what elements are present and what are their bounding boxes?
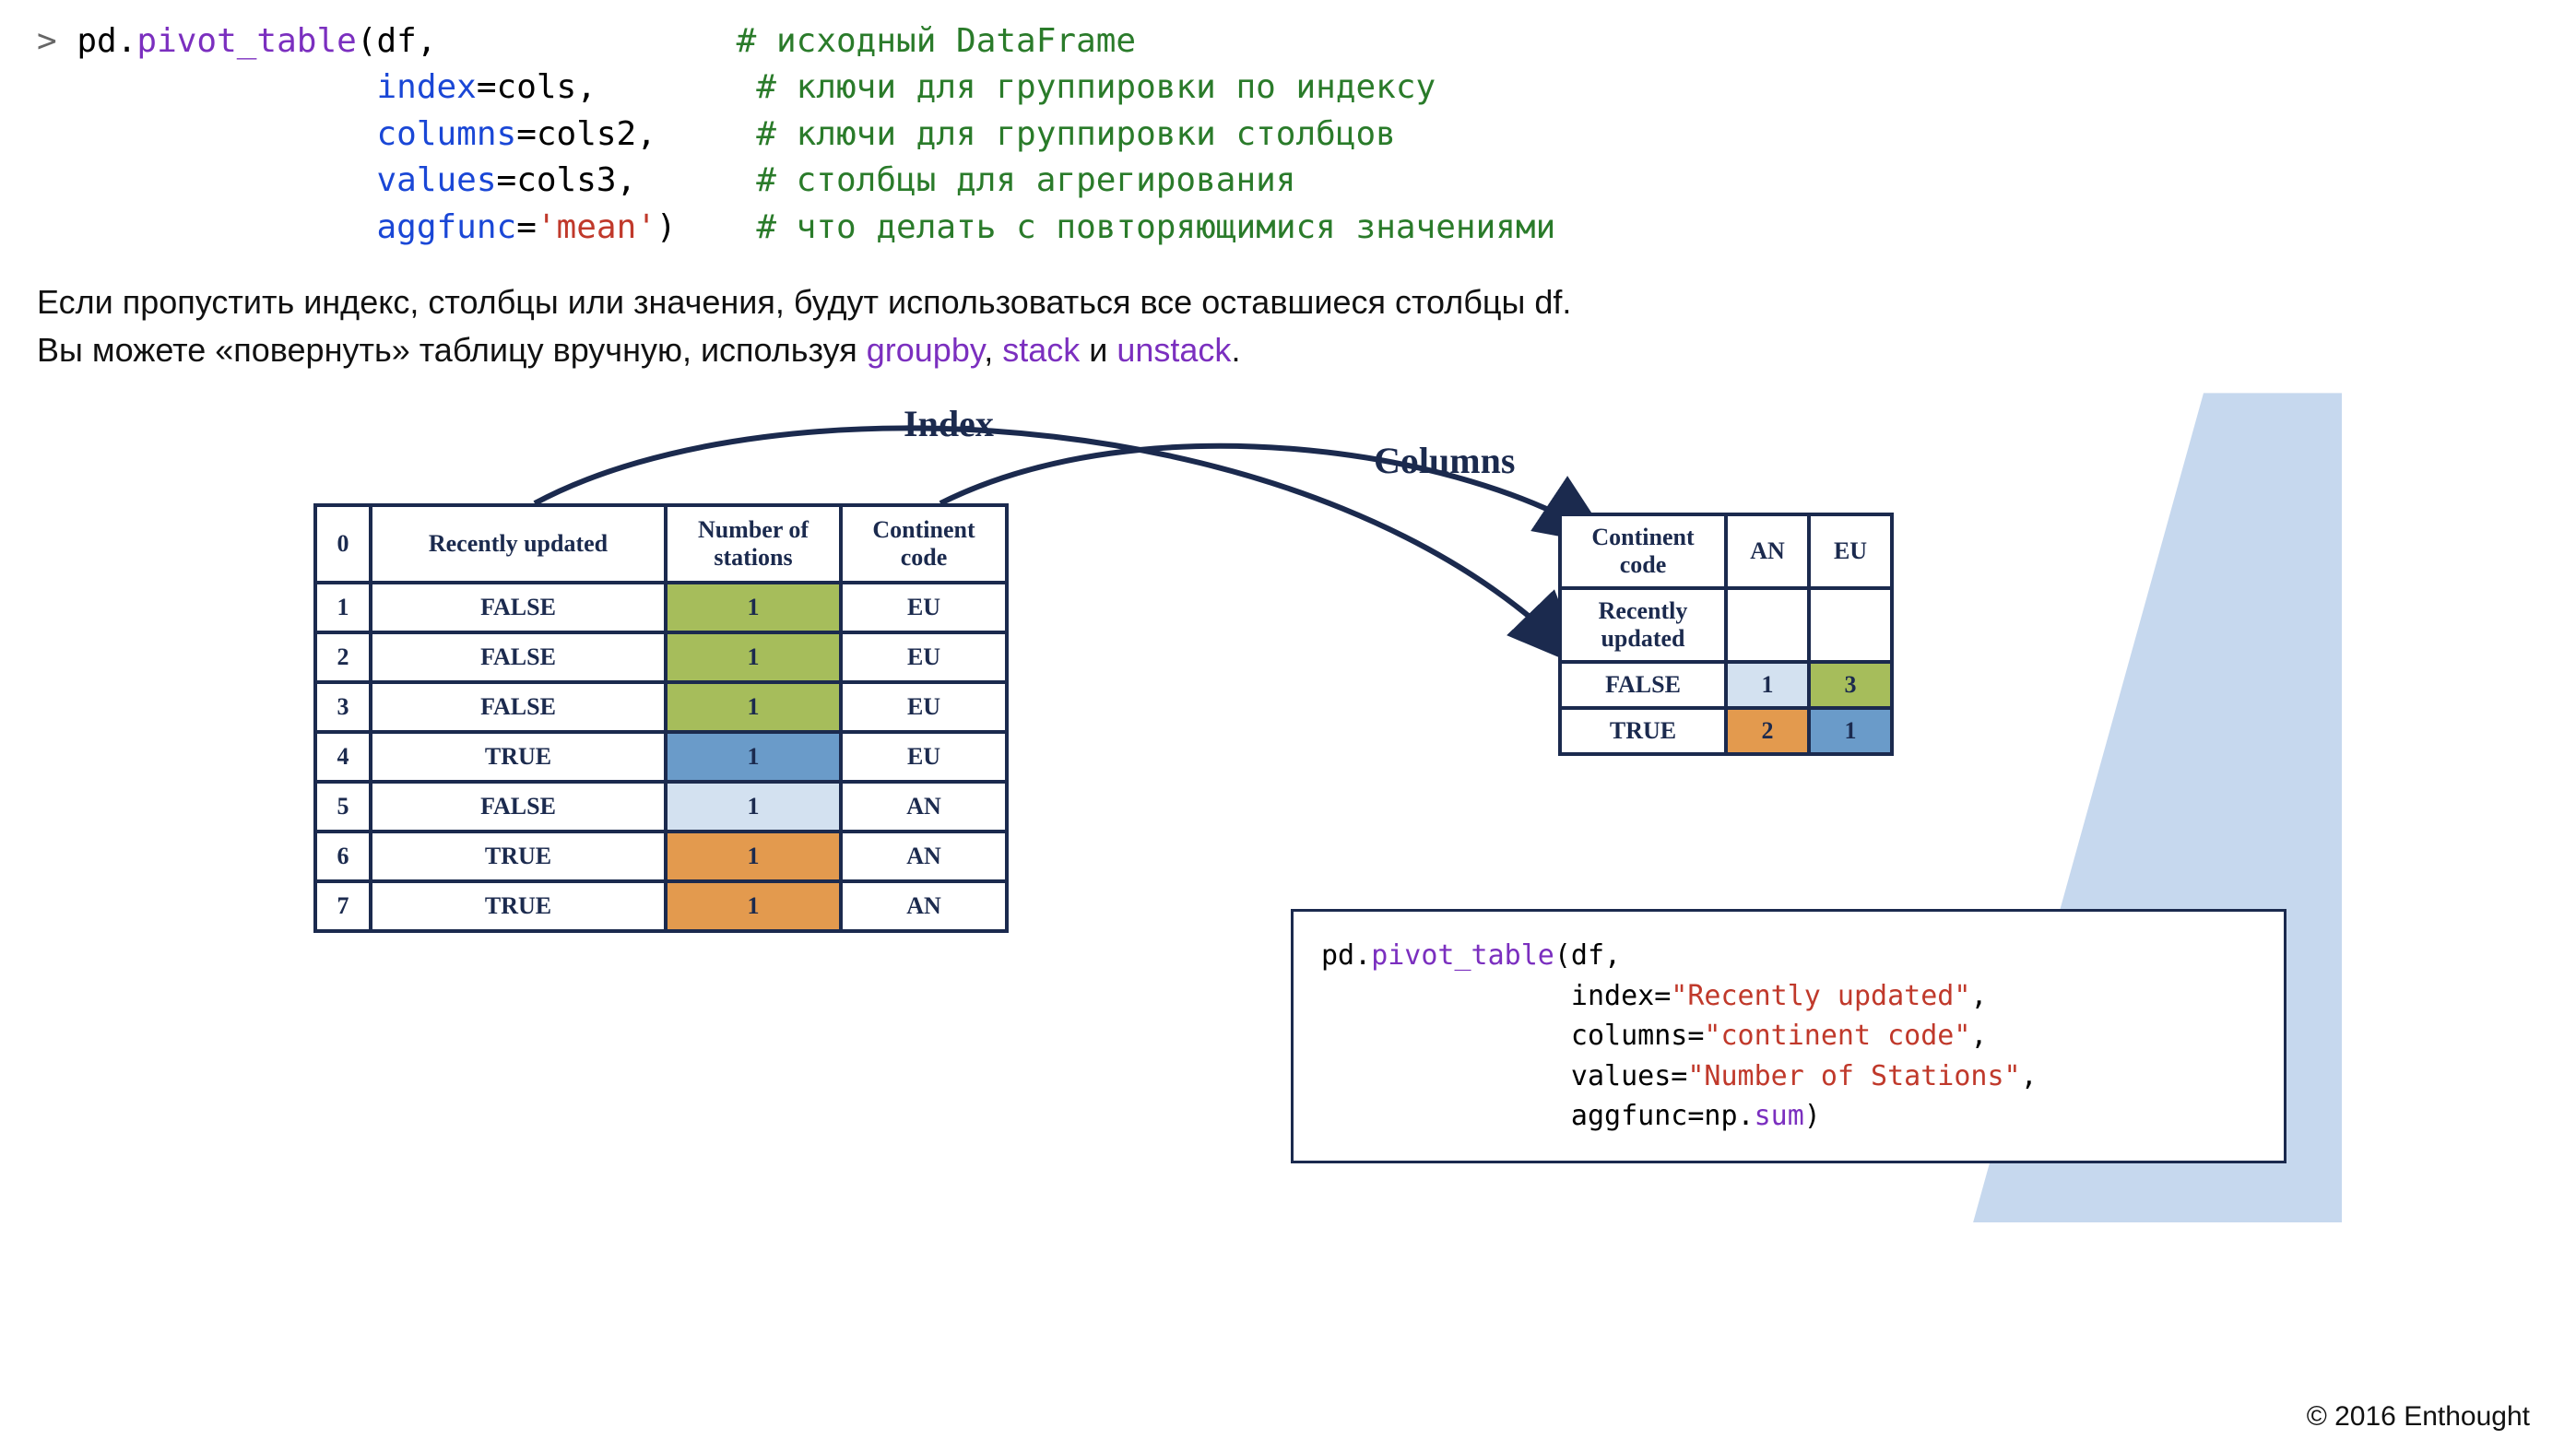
cell-num-stations: 1 (666, 682, 841, 732)
cell-continent-code: AN (841, 782, 1007, 832)
label-index: Index (904, 402, 994, 445)
src-header-num-stations: Number of stations (666, 505, 841, 583)
cell-recently-updated: FALSE (371, 682, 666, 732)
pivot-header-continent-code: Continent code (1560, 514, 1726, 588)
row-index: 5 (315, 782, 371, 832)
cell-recently-updated: FALSE (371, 632, 666, 682)
cell-recently-updated: FALSE (371, 583, 666, 632)
label-columns: Columns (1374, 439, 1515, 482)
cell-recently-updated: TRUE (371, 881, 666, 931)
cell-continent-code: AN (841, 881, 1007, 931)
pivot-row-label: FALSE (1560, 662, 1726, 708)
pivot-header-recently-updated: Recently updated (1560, 588, 1726, 662)
row-index: 4 (315, 732, 371, 782)
cell-continent-code: EU (841, 682, 1007, 732)
cell-recently-updated: TRUE (371, 732, 666, 782)
cell-num-stations: 1 (666, 732, 841, 782)
src-header-recently-updated: Recently updated (371, 505, 666, 583)
pivot-row-label: TRUE (1560, 708, 1726, 754)
pivot-cell-an: 1 (1726, 662, 1809, 708)
table-row: 7TRUE1AN (315, 881, 1007, 931)
cell-num-stations: 1 (666, 583, 841, 632)
pivot-header-an: AN (1726, 514, 1809, 588)
pivot-cell-eu: 1 (1809, 708, 1892, 754)
cell-num-stations: 1 (666, 632, 841, 682)
cell-continent-code: AN (841, 832, 1007, 881)
table-row: 6TRUE1AN (315, 832, 1007, 881)
src-header-continent-code: Continent code (841, 505, 1007, 583)
cell-recently-updated: TRUE (371, 832, 666, 881)
cell-continent-code: EU (841, 632, 1007, 682)
row-index: 6 (315, 832, 371, 881)
code-snippet: pd.pivot_table(df, index="Recently updat… (1291, 909, 2286, 1163)
source-table: 0 Recently updated Number of stations Co… (313, 503, 1009, 933)
table-row: 4TRUE1EU (315, 732, 1007, 782)
row-index: 1 (315, 583, 371, 632)
link-stack[interactable]: stack (1002, 331, 1080, 369)
cell-recently-updated: FALSE (371, 782, 666, 832)
cell-continent-code: EU (841, 583, 1007, 632)
description-text: Если пропустить индекс, столбцы или знач… (37, 278, 1881, 374)
pivot-diagram: Index Columns 0 Recently updated Number … (313, 393, 2250, 1268)
table-row: 2FALSE1EU (315, 632, 1007, 682)
pivot-result-table: Continent code AN EU Recently updated FA… (1558, 513, 1894, 756)
table-row: 3FALSE1EU (315, 682, 1007, 732)
pivot-header-eu: EU (1809, 514, 1892, 588)
row-index: 3 (315, 682, 371, 732)
copyright: © 2016 Enthought (2307, 1401, 2530, 1433)
link-groupby[interactable]: groupby (867, 331, 984, 369)
table-row: 5FALSE1AN (315, 782, 1007, 832)
src-header-index: 0 (315, 505, 371, 583)
cell-num-stations: 1 (666, 782, 841, 832)
table-row: FALSE13 (1560, 662, 1892, 708)
cell-num-stations: 1 (666, 881, 841, 931)
row-index: 2 (315, 632, 371, 682)
table-row: TRUE21 (1560, 708, 1892, 754)
pivot-cell-an: 2 (1726, 708, 1809, 754)
cell-num-stations: 1 (666, 832, 841, 881)
table-row: 1FALSE1EU (315, 583, 1007, 632)
row-index: 7 (315, 881, 371, 931)
cell-continent-code: EU (841, 732, 1007, 782)
link-unstack[interactable]: unstack (1117, 331, 1231, 369)
pivot-cell-eu: 3 (1809, 662, 1892, 708)
code-prototype: > pd.pivot_table(df, # исходный DataFram… (37, 18, 2539, 251)
